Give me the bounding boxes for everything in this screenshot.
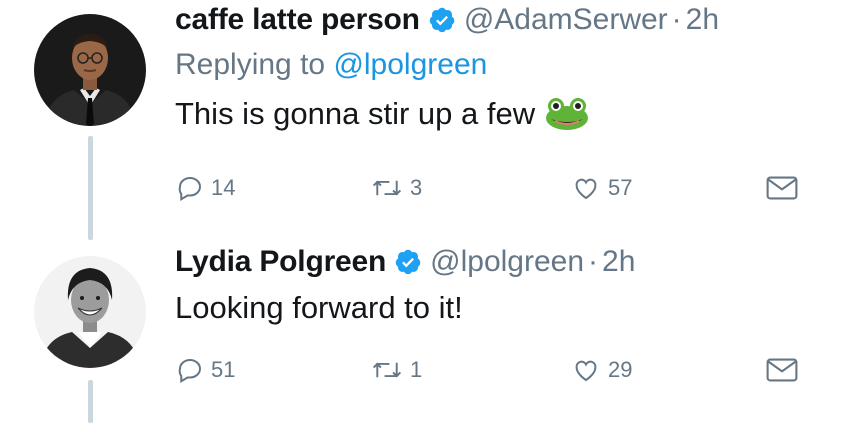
retweet-icon — [372, 180, 402, 196]
reply-icon — [178, 177, 201, 202]
reply-button[interactable]: 14 — [175, 172, 235, 204]
separator-dot: · — [588, 245, 599, 278]
like-button[interactable]: 29 — [570, 354, 632, 386]
tweet-header: caffe latte person @AdamSerwer · 2h — [175, 2, 829, 38]
tweet-body: This is gonna stir up a few — [175, 96, 536, 131]
like-button[interactable]: 57 — [570, 172, 632, 204]
retweet-button[interactable]: 1 — [370, 354, 422, 386]
tweet-text: This is gonna stir up a few — [175, 94, 829, 134]
retweet-icon — [372, 362, 402, 378]
like-icon — [575, 178, 597, 200]
tweet-2-actions: 51 1 29 — [175, 354, 829, 386]
retweet-count: 1 — [410, 357, 423, 382]
user-handle[interactable]: @lpolgreen — [430, 245, 584, 279]
retweet-button[interactable]: 3 — [370, 172, 422, 204]
replying-to-line: Replying to @lpolgreen — [175, 48, 829, 84]
replying-to-label: Replying to — [175, 48, 326, 81]
tweet-1-actions: 14 3 57 — [175, 172, 829, 204]
dm-icon — [766, 358, 798, 382]
like-icon — [575, 360, 597, 382]
tweet-text: Looking forward to it! — [175, 288, 829, 328]
verified-badge-icon — [395, 249, 421, 275]
tweet-body: Looking forward to it! — [175, 290, 463, 325]
display-name[interactable]: Lydia Polgreen — [175, 245, 386, 279]
reply-icon — [178, 359, 201, 384]
direct-message-button[interactable] — [765, 172, 799, 204]
display-name[interactable]: caffe latte person — [175, 3, 420, 37]
separator-dot: · — [671, 3, 682, 36]
tweet-1[interactable]: caffe latte person @AdamSerwer · 2h Repl… — [175, 2, 829, 134]
avatar-adamserwer[interactable] — [34, 14, 146, 126]
direct-message-button[interactable] — [765, 354, 799, 386]
frog-emoji — [546, 98, 589, 130]
reply-count: 51 — [211, 357, 236, 382]
thread-connector-line — [88, 136, 93, 240]
user-handle[interactable]: @AdamSerwer — [464, 3, 668, 37]
like-count: 29 — [608, 357, 633, 382]
tweet-timestamp[interactable]: 2h — [686, 3, 719, 37]
tweet-2[interactable]: Lydia Polgreen @lpolgreen · 2h Looking f… — [175, 244, 829, 328]
retweet-count: 3 — [410, 175, 423, 200]
tweet-header: Lydia Polgreen @lpolgreen · 2h — [175, 244, 829, 280]
like-count: 57 — [608, 175, 633, 200]
avatar-lpolgreen[interactable] — [34, 256, 146, 368]
tweet-timestamp[interactable]: 2h — [602, 245, 635, 279]
verified-badge-icon — [429, 7, 455, 33]
replying-to-mention[interactable]: @lpolgreen — [333, 48, 487, 81]
dm-icon — [766, 176, 798, 200]
thread-connector-line-bottom — [88, 380, 93, 423]
reply-count: 14 — [211, 175, 236, 200]
reply-button[interactable]: 51 — [175, 354, 235, 386]
